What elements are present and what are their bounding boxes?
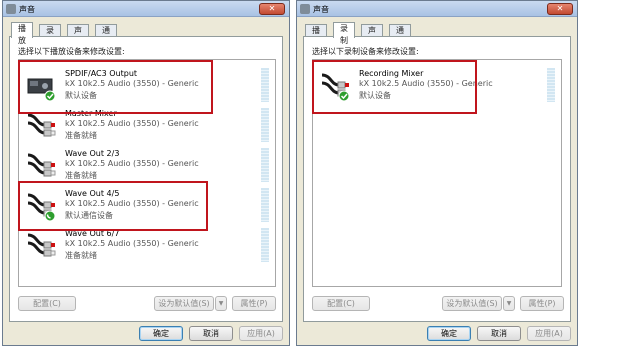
device-description: kX 10k2.5 Audio (3550) - Generic	[65, 119, 199, 128]
title-bar: 声音 ✕	[3, 1, 289, 17]
device-description: kX 10k2.5 Audio (3550) - Generic	[65, 159, 199, 168]
tab-playback[interactable]: 播放	[11, 22, 33, 45]
device-description: kX 10k2.5 Audio (3550) - Generic	[65, 239, 199, 248]
device-item[interactable]: Wave Out 6/7 kX 10k2.5 Audio (3550) - Ge…	[23, 226, 271, 264]
device-item[interactable]: Master Mixer kX 10k2.5 Audio (3550) - Ge…	[23, 106, 271, 144]
rca-cable-icon	[27, 113, 56, 137]
configure-button[interactable]: 配置(C)	[18, 296, 76, 311]
device-status: 准备就绪	[65, 251, 97, 260]
ok-button[interactable]: 确定	[139, 326, 183, 341]
apply-button[interactable]: 应用(A)	[239, 326, 283, 341]
set-default-button[interactable]: 设为默认值(S)	[154, 296, 214, 311]
sound-dialog-playback: 声音 ✕ 播放 录制 声音 通信 选择以下播放设备来修改设置: SPDIF/AC…	[2, 0, 290, 346]
device-name: SPDIF/AC3 Output	[65, 69, 138, 78]
instruction-text: 选择以下播放设备来修改设置:	[18, 47, 125, 56]
level-meter	[261, 148, 269, 182]
cancel-button[interactable]: 取消	[477, 326, 521, 341]
device-description: kX 10k2.5 Audio (3550) - Generic	[65, 79, 199, 88]
device-description: kX 10k2.5 Audio (3550) - Generic	[65, 199, 199, 208]
configure-button[interactable]: 配置(C)	[312, 296, 370, 311]
rca-cable-icon	[27, 193, 56, 221]
level-meter	[261, 68, 269, 102]
chevron-down-icon[interactable]: ▼	[503, 296, 515, 311]
device-status: 准备就绪	[65, 131, 97, 140]
speaker-icon	[6, 4, 16, 14]
instruction-text: 选择以下录制设备来修改设置:	[312, 47, 419, 56]
chevron-down-icon[interactable]: ▼	[215, 296, 227, 311]
device-status: 默认设备	[359, 91, 391, 100]
properties-button[interactable]: 属性(P)	[232, 296, 276, 311]
device-item[interactable]: Recording Mixer kX 10k2.5 Audio (3550) -…	[317, 66, 557, 104]
device-description: kX 10k2.5 Audio (3550) - Generic	[359, 79, 493, 88]
device-name: Wave Out 4/5	[65, 189, 120, 198]
digital-output-icon	[27, 78, 56, 101]
properties-button[interactable]: 属性(P)	[520, 296, 564, 311]
close-icon[interactable]: ✕	[259, 3, 285, 15]
device-status: 默认通信设备	[65, 211, 113, 220]
device-status: 默认设备	[65, 91, 97, 100]
device-name: Master Mixer	[65, 109, 117, 118]
level-meter	[261, 228, 269, 262]
device-item[interactable]: SPDIF/AC3 Output kX 10k2.5 Audio (3550) …	[23, 66, 271, 104]
device-status: 准备就绪	[65, 171, 97, 180]
title-bar: 声音 ✕	[297, 1, 577, 17]
tab-panel: 选择以下播放设备来修改设置: SPDIF/AC3 Output kX 10k2.…	[9, 36, 283, 322]
window-title: 声音	[313, 5, 329, 14]
level-meter	[261, 188, 269, 222]
rca-cable-icon	[321, 73, 350, 101]
rca-cable-icon	[27, 153, 56, 177]
device-list: Recording Mixer kX 10k2.5 Audio (3550) -…	[312, 59, 562, 287]
rca-cable-icon	[27, 233, 56, 257]
ok-button[interactable]: 确定	[427, 326, 471, 341]
device-name: Recording Mixer	[359, 69, 424, 78]
window-title: 声音	[19, 5, 35, 14]
cancel-button[interactable]: 取消	[189, 326, 233, 341]
sound-dialog-recording: 声音 ✕ 播放 录制 声音 通信 选择以下录制设备来修改设置: Recordin…	[296, 0, 578, 346]
device-list: SPDIF/AC3 Output kX 10k2.5 Audio (3550) …	[18, 59, 276, 287]
tab-panel: 选择以下录制设备来修改设置: Recording Mixer kX 10k2.5…	[303, 36, 571, 322]
device-item[interactable]: Wave Out 4/5 kX 10k2.5 Audio (3550) - Ge…	[23, 186, 271, 224]
device-name: Wave Out 2/3	[65, 149, 120, 158]
device-item[interactable]: Wave Out 2/3 kX 10k2.5 Audio (3550) - Ge…	[23, 146, 271, 184]
level-meter	[547, 68, 555, 102]
level-meter	[261, 108, 269, 142]
apply-button[interactable]: 应用(A)	[527, 326, 571, 341]
device-name: Wave Out 6/7	[65, 229, 120, 238]
tab-recording[interactable]: 录制	[333, 22, 355, 45]
set-default-button[interactable]: 设为默认值(S)	[442, 296, 502, 311]
close-icon[interactable]: ✕	[547, 3, 573, 15]
speaker-icon	[300, 4, 310, 14]
